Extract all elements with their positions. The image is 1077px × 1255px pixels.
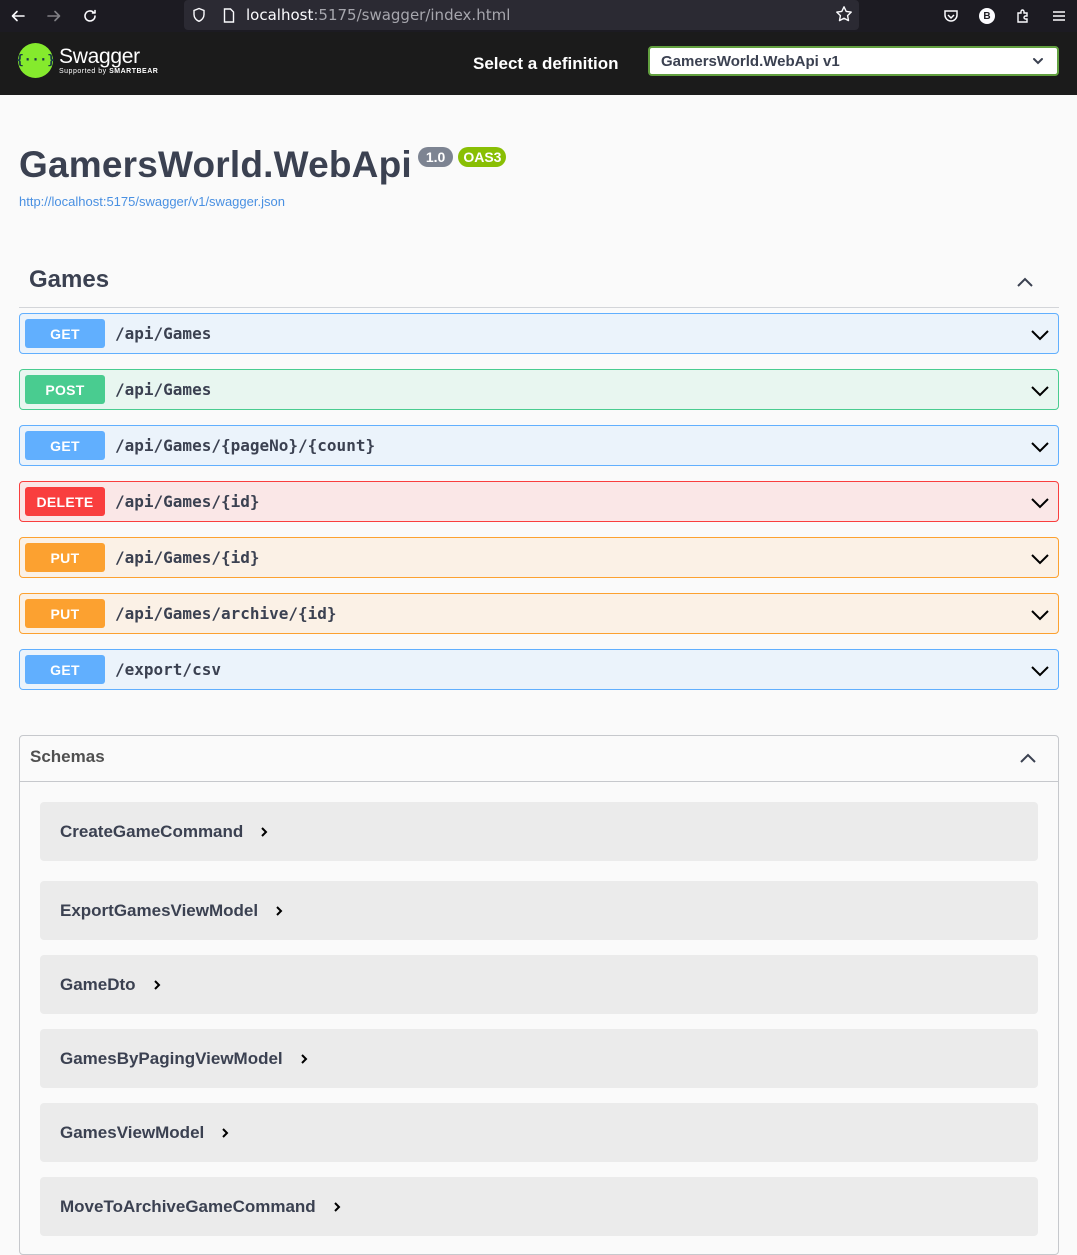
- schema-model[interactable]: ExportGamesViewModel: [40, 881, 1038, 940]
- profile-avatar: B: [979, 8, 995, 24]
- forward-arrow-icon: [47, 10, 61, 22]
- schema-model[interactable]: CreateGameCommand: [40, 802, 1038, 861]
- brand-subtitle: Supported by SMARTBEAR: [59, 68, 159, 75]
- operation-post-games[interactable]: POST /api/Games: [19, 369, 1059, 410]
- url-path: :5175/swagger/index.html: [313, 5, 511, 24]
- chevron-down-icon: [1033, 58, 1043, 65]
- bookmark-star-icon[interactable]: [835, 5, 853, 28]
- chevron-down-icon[interactable]: [1030, 381, 1050, 401]
- operation-get-games-paging[interactable]: GET /api/Games/{pageNo}/{count}: [19, 425, 1059, 466]
- operation-path: /export/csv: [115, 660, 221, 679]
- pocket-button[interactable]: [933, 8, 969, 24]
- schema-model-name: CreateGameCommand: [60, 821, 244, 841]
- chevron-right-icon: [332, 1201, 342, 1213]
- back-arrow-icon: [11, 10, 25, 22]
- tracking-protection-shield-icon[interactable]: [184, 7, 214, 23]
- chevron-down-icon[interactable]: [1030, 605, 1050, 625]
- chevron-right-icon: [274, 905, 284, 917]
- oas-badge: OAS3: [458, 147, 507, 167]
- definition-selected-value: GamersWorld.WebApi v1: [661, 52, 840, 70]
- operation-get-export-csv[interactable]: GET /export/csv: [19, 649, 1059, 690]
- chevron-down-icon[interactable]: [1030, 437, 1050, 457]
- operation-path: /api/Games: [115, 380, 212, 399]
- schemas-header[interactable]: Schemas: [20, 736, 1058, 782]
- chevron-right-icon: [152, 979, 162, 991]
- chevron-down-icon[interactable]: [1030, 493, 1050, 513]
- operation-put-archive-game[interactable]: PUT /api/Games/archive/{id}: [19, 593, 1059, 634]
- version-badge: 1.0: [417, 147, 454, 167]
- method-badge: GET: [25, 655, 105, 684]
- api-title: GamersWorld.WebApi: [19, 144, 412, 185]
- chevron-right-icon: [259, 826, 269, 838]
- account-button[interactable]: B: [969, 8, 1005, 24]
- schema-model-name: MoveToArchiveGameCommand: [60, 1196, 316, 1216]
- schema-model[interactable]: GamesByPagingViewModel: [40, 1029, 1038, 1088]
- swagger-logo-icon: {···}: [16, 43, 55, 78]
- schema-model-name: ExportGamesViewModel: [60, 900, 259, 920]
- extensions-button[interactable]: [1005, 8, 1041, 24]
- chevron-down-icon[interactable]: [1030, 325, 1050, 345]
- chevron-up-icon[interactable]: [1018, 748, 1038, 768]
- forward-button[interactable]: [36, 0, 72, 32]
- url-host: localhost: [246, 5, 314, 24]
- method-badge: PUT: [25, 543, 105, 572]
- method-badge: POST: [25, 375, 105, 404]
- spec-json-link[interactable]: http://localhost:5175/swagger/v1/swagger…: [19, 194, 506, 209]
- address-bar[interactable]: localhost:5175/swagger/index.html: [184, 0, 859, 30]
- operation-path: /api/Games/{pageNo}/{count}: [115, 436, 376, 455]
- method-badge: DELETE: [25, 487, 105, 516]
- tag-section-header[interactable]: Games: [19, 262, 1059, 308]
- toolbar-right: B: [933, 0, 1077, 32]
- url-text: localhost:5175/swagger/index.html: [246, 6, 510, 25]
- operation-put-game[interactable]: PUT /api/Games/{id}: [19, 537, 1059, 578]
- schemas-title: Schemas: [30, 747, 105, 766]
- swagger-logo[interactable]: {···} Swagger Supported by SMARTBEAR: [16, 43, 159, 78]
- method-badge: GET: [25, 431, 105, 460]
- schema-model[interactable]: GameDto: [40, 955, 1038, 1014]
- chevron-down-icon[interactable]: [1030, 661, 1050, 681]
- operation-get-games[interactable]: GET /api/Games: [19, 313, 1059, 354]
- chevron-up-icon[interactable]: [1015, 272, 1035, 292]
- browser-toolbar: localhost:5175/swagger/index.html B: [0, 0, 1077, 32]
- chevron-down-icon[interactable]: [1030, 549, 1050, 569]
- method-badge: PUT: [25, 599, 105, 628]
- app-menu-button[interactable]: [1041, 8, 1077, 24]
- brand-name: Swagger: [59, 45, 140, 68]
- schema-model-name: GamesByPagingViewModel: [60, 1048, 283, 1068]
- tag-title: Games: [29, 266, 110, 293]
- operation-path: /api/Games/{id}: [115, 492, 260, 511]
- operation-path: /api/Games/{id}: [115, 548, 260, 567]
- page-info-icon[interactable]: [214, 7, 244, 23]
- puzzle-icon: [1017, 9, 1028, 23]
- reload-icon: [84, 9, 96, 22]
- schemas-section: Schemas CreateGameCommand ExportGamesVie…: [19, 735, 1059, 1255]
- definition-select[interactable]: GamersWorld.WebApi v1: [648, 46, 1059, 76]
- back-button[interactable]: [0, 0, 36, 32]
- api-info: GamersWorld.WebApi 1.0 OAS3 http://local…: [19, 144, 507, 209]
- schema-model[interactable]: GamesViewModel: [40, 1103, 1038, 1162]
- operation-path: /api/Games: [115, 324, 212, 343]
- operation-delete-game[interactable]: DELETE /api/Games/{id}: [19, 481, 1059, 522]
- swagger-topbar: {···} Swagger Supported by SMARTBEAR Sel…: [0, 32, 1077, 95]
- schema-model-name: GameDto: [60, 974, 136, 994]
- chevron-right-icon: [220, 1127, 230, 1139]
- method-badge: GET: [25, 319, 105, 348]
- pocket-icon: [944, 10, 958, 22]
- schema-model[interactable]: MoveToArchiveGameCommand: [40, 1177, 1038, 1236]
- hamburger-menu-icon: [1053, 11, 1065, 21]
- operation-path: /api/Games/archive/{id}: [115, 604, 337, 623]
- reload-button[interactable]: [72, 0, 108, 32]
- definition-label: Select a definition: [473, 54, 619, 73]
- schema-model-name: GamesViewModel: [60, 1122, 205, 1142]
- chevron-right-icon: [299, 1053, 309, 1065]
